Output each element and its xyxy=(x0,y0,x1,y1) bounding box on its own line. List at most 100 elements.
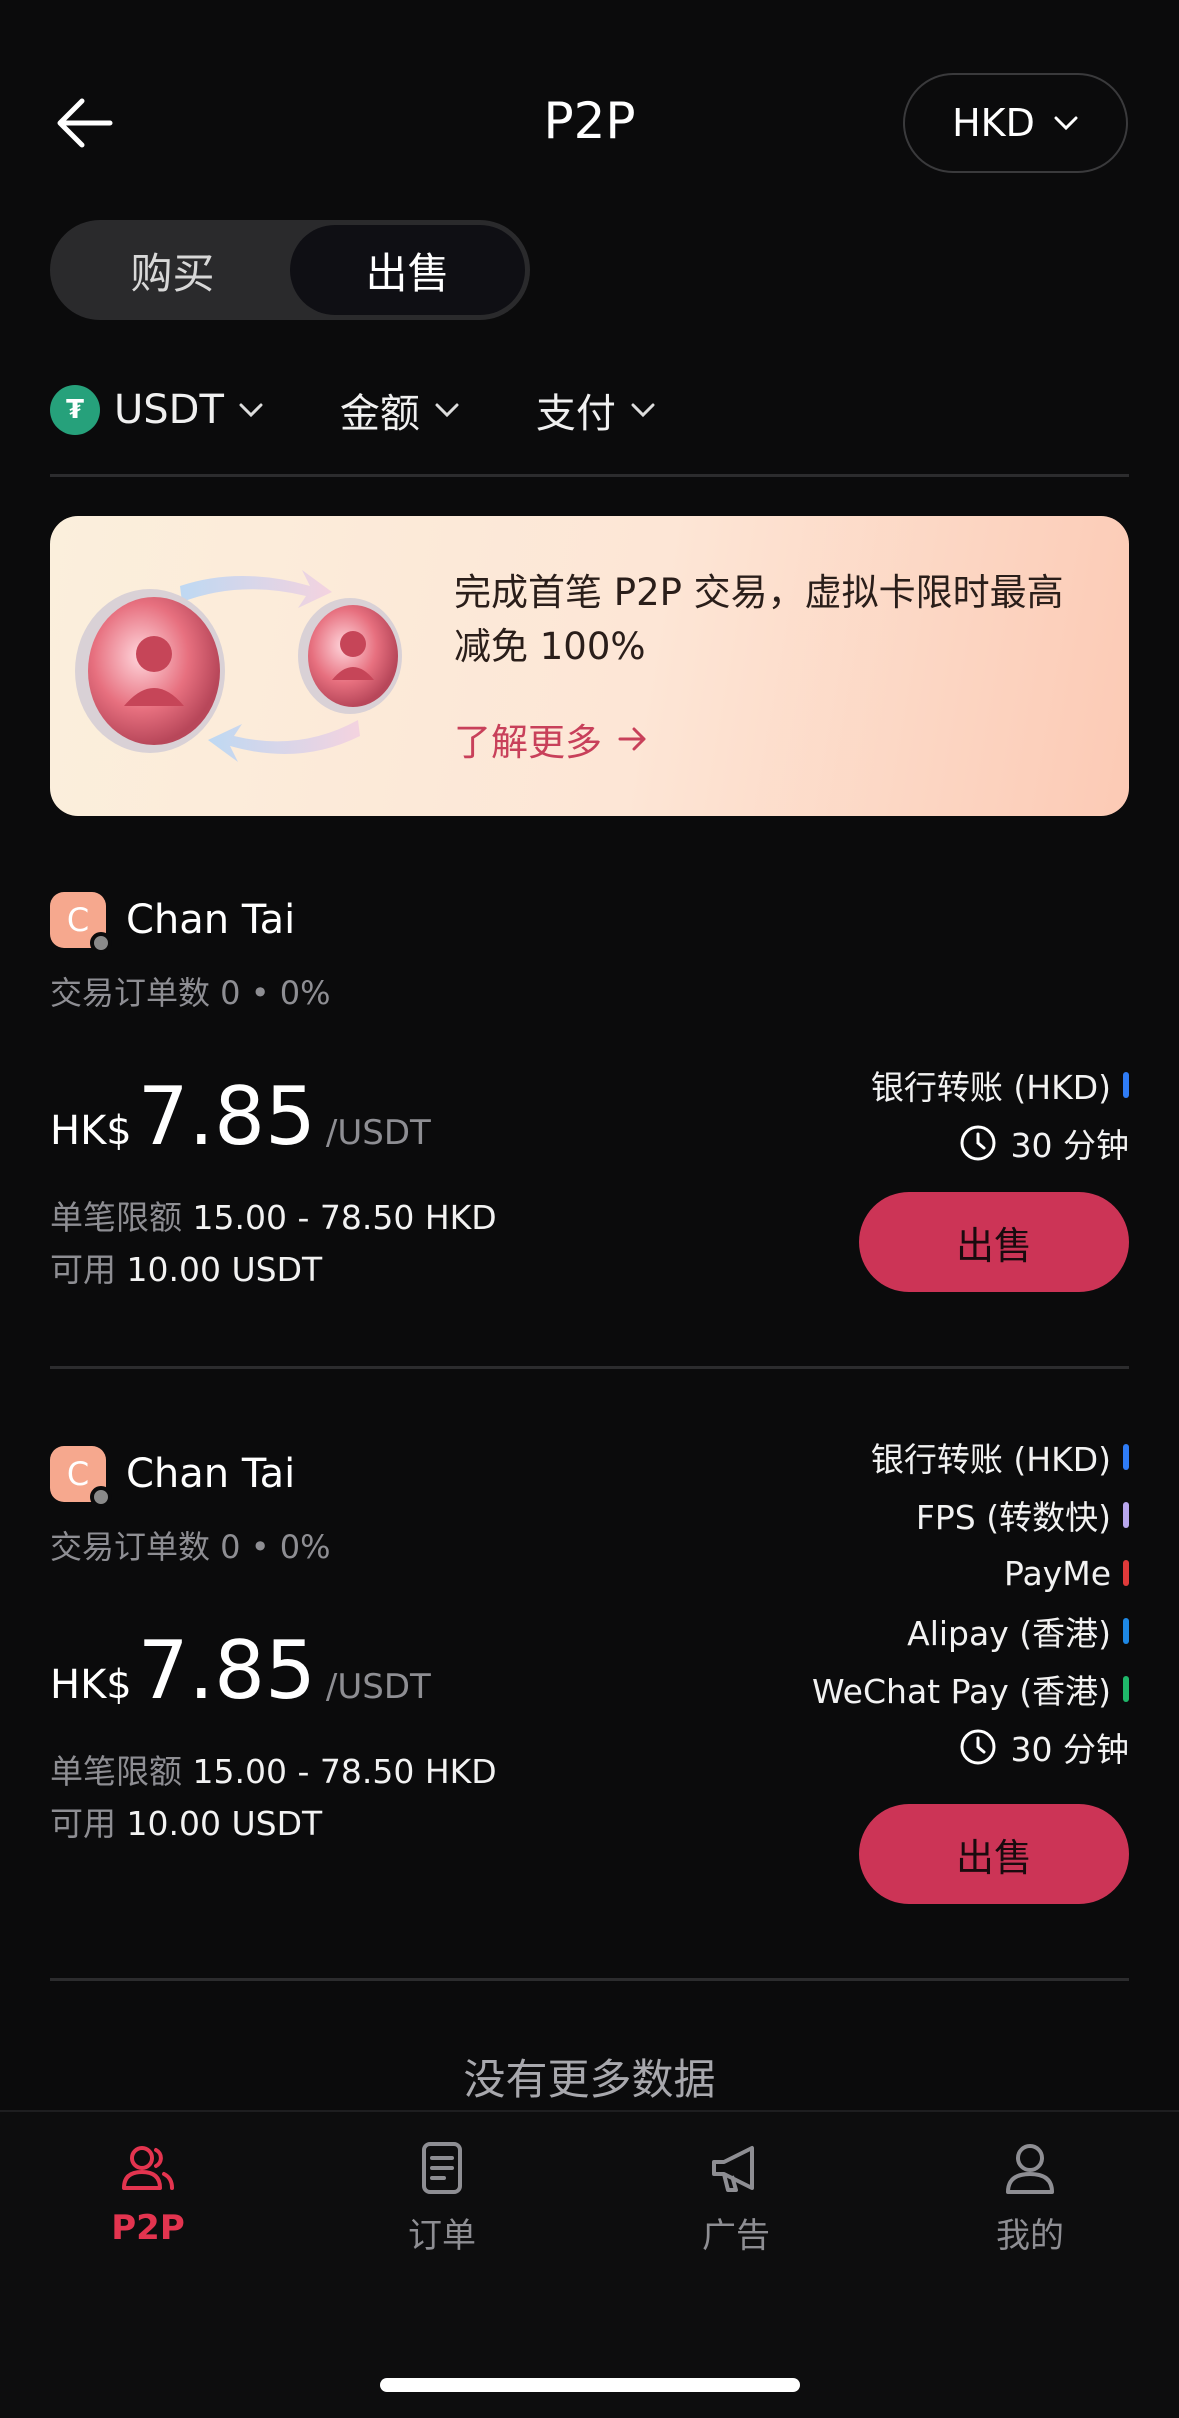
payment-method-name: PayMe xyxy=(1004,1553,1111,1593)
divider xyxy=(50,1978,1129,1981)
available-value: 10.00 USDT xyxy=(126,1804,323,1843)
time-limit-value: 30 分钟 xyxy=(1010,1126,1129,1165)
price-row: HK$ 7.85 /USDT xyxy=(50,1624,431,1717)
header: P2P HKD xyxy=(0,60,1179,186)
limit-label: 单笔限额 xyxy=(50,1752,182,1791)
home-indicator xyxy=(380,2378,800,2392)
exchange-illustration xyxy=(75,570,402,762)
user-icon xyxy=(1006,2144,1054,2194)
merchant-info[interactable]: C Chan Tai xyxy=(50,1446,296,1508)
usdt-icon: ₮ xyxy=(50,385,100,435)
price: 7.85 xyxy=(137,1624,316,1717)
bottom-tab-bar: P2P 订单 广告 我的 xyxy=(0,2110,1179,2418)
payment-method: Alipay (香港) xyxy=(812,1602,1129,1660)
clock-icon xyxy=(960,1729,996,1765)
payment-color-bar xyxy=(1123,1444,1129,1470)
crypto-filter[interactable]: ₮ USDT xyxy=(50,385,264,435)
payment-method: PayMe xyxy=(812,1544,1129,1602)
payment-color-bar xyxy=(1123,1560,1129,1586)
time-limit-value: 30 分钟 xyxy=(1010,1730,1129,1769)
chevron-down-icon xyxy=(1054,116,1078,131)
available-label: 可用 xyxy=(50,1250,116,1289)
tab-ads-label: 广告 xyxy=(702,2216,770,2256)
amount-filter[interactable]: 金额 xyxy=(340,381,460,439)
document-icon xyxy=(422,2142,462,2194)
no-more-data-text: 没有更多数据 xyxy=(463,2055,716,2104)
avatar: C xyxy=(50,1446,112,1508)
limit-label: 单笔限额 xyxy=(50,1198,182,1237)
learn-more-label: 了解更多 xyxy=(454,721,602,764)
limit-info: 单笔限额 15.00 - 78.50 HKD 可用 10.00 USDT xyxy=(50,1746,497,1850)
available-label: 可用 xyxy=(50,1804,116,1843)
tab-ads[interactable]: 广告 xyxy=(636,2138,836,2257)
banner-text: 完成首笔 P2P 交易，虚拟卡限时最高减免 100% xyxy=(454,571,1064,668)
price-row: HK$ 7.85 /USDT xyxy=(50,1070,431,1163)
avatar: C xyxy=(50,892,112,954)
tab-p2p[interactable]: P2P xyxy=(48,2138,248,2248)
currency-symbol: HK$ xyxy=(50,1108,132,1154)
sell-button[interactable]: 出售 xyxy=(859,1192,1129,1292)
tab-mine[interactable]: 我的 xyxy=(930,2138,1130,2257)
merchant-stats: 交易订单数 0 • 0% xyxy=(50,974,331,1012)
promo-banner[interactable]: 完成首笔 P2P 交易，虚拟卡限时最高减免 100% 了解更多 xyxy=(50,516,1129,816)
ad-listing: C Chan Tai 交易订单数 0 • 0% HK$ 7.85 /USDT 单… xyxy=(50,892,1129,1372)
payment-methods: 银行转账 (HKD) 30 分钟 xyxy=(871,1056,1129,1172)
tab-orders[interactable]: 订单 xyxy=(342,2138,542,2257)
tab-sell[interactable]: 出售 xyxy=(290,225,525,315)
time-limit: 30 分钟 xyxy=(871,1114,1129,1172)
p2p-screen: P2P HKD 购买 出售 ₮ USDT 金额 支付 完成首笔 P2P 交易，虚… xyxy=(0,0,1179,2418)
chevron-down-icon xyxy=(239,403,263,418)
megaphone-icon xyxy=(712,2146,754,2192)
limit-value: 15.00 - 78.50 HKD xyxy=(192,1752,497,1791)
price-unit: /USDT xyxy=(325,1667,431,1707)
payment-color-bar xyxy=(1123,1072,1129,1098)
crypto-filter-label: USDT xyxy=(114,387,224,433)
payment-method: 银行转账 (HKD) xyxy=(812,1428,1129,1486)
merchant-name: Chan Tai xyxy=(126,1451,296,1497)
amount-filter-label: 金额 xyxy=(339,391,420,437)
payment-method-name: Alipay (香港) xyxy=(907,1614,1111,1653)
buy-sell-toggle: 购买 出售 xyxy=(50,220,530,320)
merchant-info[interactable]: C Chan Tai xyxy=(50,892,296,954)
currency-label: HKD xyxy=(952,101,1035,145)
users-icon xyxy=(122,2146,174,2190)
tab-p2p-label: P2P xyxy=(111,2208,185,2248)
payment-method: 银行转账 (HKD) xyxy=(871,1056,1129,1114)
payment-method-name: 银行转账 (HKD) xyxy=(870,1068,1111,1107)
merchant-name: Chan Tai xyxy=(126,897,296,943)
avatar-initial: C xyxy=(66,901,90,939)
divider xyxy=(50,1366,1129,1369)
payment-method: FPS (转数快) xyxy=(812,1486,1129,1544)
merchant-stats: 交易订单数 0 • 0% xyxy=(50,1528,331,1566)
online-status-dot xyxy=(90,1486,112,1508)
ad-listing: C Chan Tai 交易订单数 0 • 0% HK$ 7.85 /USDT 单… xyxy=(50,1440,1129,1966)
limit-value: 15.00 - 78.50 HKD xyxy=(192,1198,497,1237)
currency-selector[interactable]: HKD xyxy=(903,73,1128,173)
learn-more-link[interactable]: 了解更多 xyxy=(454,712,650,766)
tab-mine-label: 我的 xyxy=(996,2216,1064,2256)
payment-filter[interactable]: 支付 xyxy=(536,381,656,439)
payment-method-name: 银行转账 (HKD) xyxy=(870,1440,1111,1479)
chevron-down-icon xyxy=(435,403,459,418)
filter-bar: ₮ USDT 金额 支付 xyxy=(50,380,732,440)
price: 7.85 xyxy=(137,1070,316,1163)
price-unit: /USDT xyxy=(325,1113,431,1153)
payment-color-bar xyxy=(1123,1618,1129,1644)
arrow-right-icon xyxy=(618,727,646,751)
divider xyxy=(50,474,1129,477)
tab-buy[interactable]: 购买 xyxy=(55,225,290,315)
currency-symbol: HK$ xyxy=(50,1662,132,1708)
payment-methods: 银行转账 (HKD) FPS (转数快) PayMe Alipay (香港) W… xyxy=(812,1428,1129,1776)
payment-color-bar xyxy=(1123,1502,1129,1528)
sell-button[interactable]: 出售 xyxy=(859,1804,1129,1904)
payment-color-bar xyxy=(1123,1676,1129,1702)
online-status-dot xyxy=(90,932,112,954)
chevron-down-icon xyxy=(631,403,655,418)
available-value: 10.00 USDT xyxy=(126,1250,323,1289)
payment-method-name: WeChat Pay (香港) xyxy=(811,1672,1111,1711)
tab-orders-label: 订单 xyxy=(408,2216,476,2256)
clock-icon xyxy=(960,1125,996,1161)
payment-filter-label: 支付 xyxy=(535,391,616,437)
payment-method-name: FPS (转数快) xyxy=(915,1498,1111,1537)
time-limit: 30 分钟 xyxy=(812,1718,1129,1776)
